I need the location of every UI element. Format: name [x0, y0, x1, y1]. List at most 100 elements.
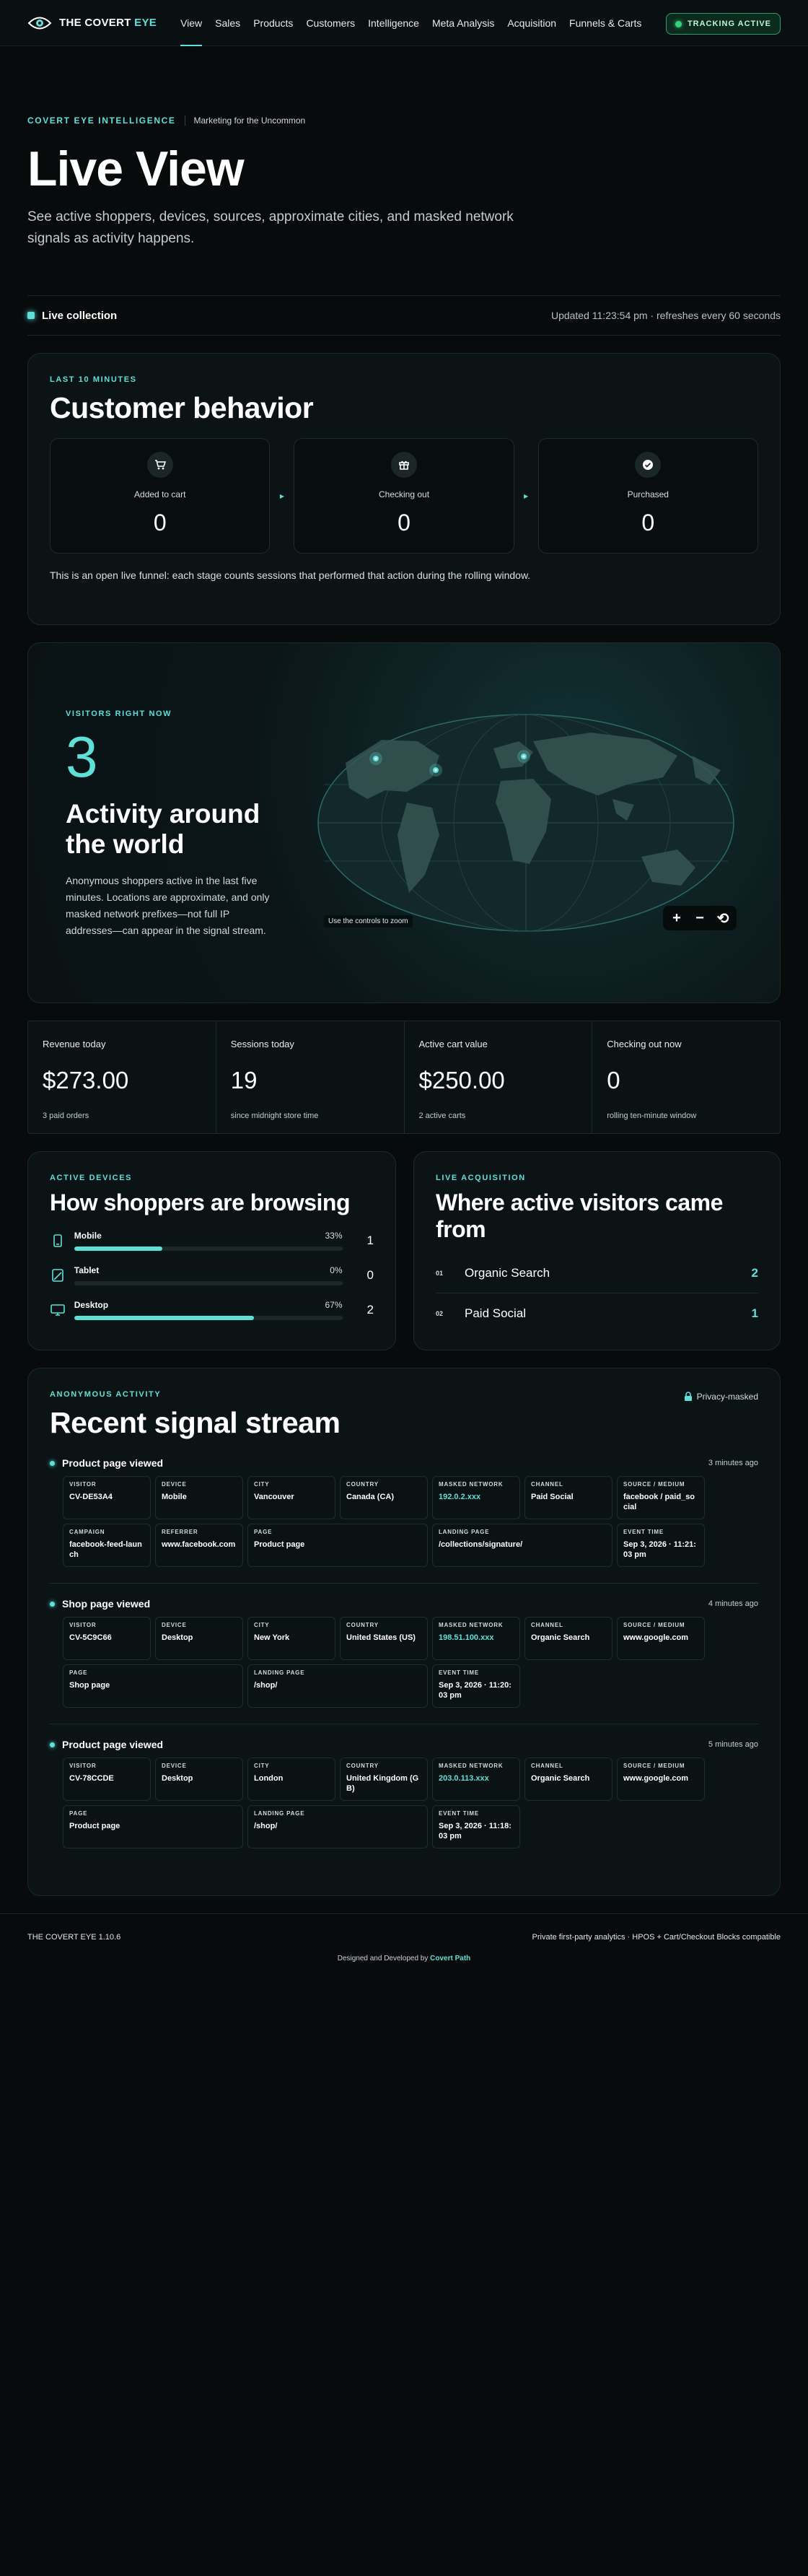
field-value: United Kingdom (GB) [346, 1774, 419, 1793]
customer-behavior-card: LAST 10 MINUTES Customer behavior Added … [27, 353, 781, 625]
behavior-eyebrow: LAST 10 MINUTES [50, 375, 137, 384]
field-label: CHANNEL [531, 1763, 563, 1769]
event-field: COUNTRY United States (US) [340, 1617, 428, 1660]
event-time-ago: 5 minutes ago [708, 1740, 758, 1749]
event-time-ago: 3 minutes ago [708, 1459, 758, 1467]
privacy-label: Privacy-masked [696, 1392, 758, 1402]
acquisition-count: 1 [751, 1306, 758, 1320]
field-label: COUNTRY [346, 1763, 379, 1769]
footer-credit: Designed and Developed by Covert Path [27, 1955, 781, 1962]
stat-active-cart-value: Active cart value $250.00 2 active carts [405, 1021, 593, 1133]
event-fields: VISITOR CV-78CCDE DEVICE Desktop CITY London C… [63, 1758, 758, 1848]
field-value: London [254, 1774, 284, 1783]
nav-item-meta-analysis[interactable]: Meta Analysis [426, 0, 501, 46]
reset-view-button[interactable]: ⟲ [713, 909, 732, 927]
map-controls: + − ⟲ [663, 906, 737, 930]
stat-sub: 3 paid orders [43, 1112, 89, 1120]
zoom-hint: Use the controls to zoom [324, 915, 413, 927]
event-fields: VISITOR CV-DE53A4 DEVICE Mobile CITY Vancouve… [63, 1476, 758, 1567]
nav-item-overflow[interactable]: Re [648, 0, 650, 46]
stage-value: 0 [641, 510, 655, 536]
devices-acquisition-row: ACTIVE DEVICES How shoppers are browsing… [27, 1151, 781, 1350]
field-value: Mobile [162, 1493, 187, 1501]
event-field: SOURCE / MEDIUM www.google.com [617, 1617, 705, 1660]
globe-map [317, 714, 734, 932]
visitor-marker [369, 752, 382, 765]
nav-item-products[interactable]: Products [247, 0, 299, 46]
stage-value: 0 [153, 510, 167, 536]
main-nav: View Sales Products Customers Intelligen… [174, 0, 650, 46]
tracking-status-badge[interactable]: TRACKING ACTIVE [665, 13, 781, 35]
field-value: /collections/signature/ [439, 1540, 523, 1549]
event-field: CITY New York [247, 1617, 335, 1660]
event-field: CITY Vancouver [247, 1476, 335, 1519]
footer: THE COVERT EYE 1.10.6 Private first-part… [0, 1913, 808, 1962]
acquisition-title: Where active visitors came from [436, 1189, 723, 1242]
acquisition-rank: 01 [436, 1269, 444, 1277]
field-value: CV-5C9C66 [69, 1633, 112, 1642]
field-label: VISITOR [69, 1763, 97, 1769]
arrow-right-icon: ▸ [279, 491, 284, 501]
field-value: Sep 3, 2026 · 11:21:03 pm [623, 1540, 696, 1559]
event-field: PAGE Product page [63, 1805, 243, 1848]
field-value: Organic Search [531, 1774, 590, 1783]
field-label: PAGE [69, 1810, 88, 1817]
nav-item-funnels-carts[interactable]: Funnels & Carts [563, 0, 648, 46]
event-field: VISITOR CV-5C9C66 [63, 1617, 151, 1660]
event-dot-icon [50, 1460, 55, 1466]
field-label: SOURCE / MEDIUM [623, 1622, 685, 1628]
field-value: 203.0.113.xxx [439, 1774, 489, 1783]
event-dot-icon [50, 1742, 55, 1747]
stat-label: Sessions today [230, 1039, 294, 1049]
nav-item-intelligence[interactable]: Intelligence [361, 0, 426, 46]
signal-stream-card: ANONYMOUS ACTIVITY Recent signal stream … [27, 1368, 781, 1896]
field-value: 192.0.2.xxx [439, 1493, 481, 1501]
zoom-out-button[interactable]: − [690, 909, 709, 927]
stream-title: Recent signal stream [50, 1406, 341, 1439]
event-list: Product page viewed 3 minutes ago VISITOR C… [50, 1457, 758, 1848]
event-field: DEVICE Desktop [155, 1617, 243, 1660]
arrow-right-icon: ▸ [524, 491, 529, 501]
stat-value: $250.00 [418, 1067, 505, 1093]
nav-item-sales[interactable]: Sales [208, 0, 247, 46]
field-label: CITY [254, 1763, 270, 1769]
nav-item-customers[interactable]: Customers [299, 0, 361, 46]
nav-item-view[interactable]: View [174, 0, 208, 46]
event-field: VISITOR CV-78CCDE [63, 1758, 151, 1801]
field-label: MASKED NETWORK [439, 1622, 504, 1628]
stage-label: Added to cart [134, 489, 186, 499]
checkout-icon [391, 452, 417, 478]
event-field: CHANNEL Organic Search [524, 1617, 612, 1660]
field-value: Shop page [69, 1681, 110, 1690]
check-icon [635, 452, 662, 478]
field-value: facebook / paid_social [623, 1493, 695, 1511]
desktop-icon [50, 1302, 66, 1318]
stat-value: $273.00 [43, 1067, 129, 1093]
acquisition-eyebrow: LIVE ACQUISITION [436, 1174, 526, 1182]
acquisition-row: 02 Paid Social 1 [436, 1293, 758, 1334]
nav-item-acquisition[interactable]: Acquisition [501, 0, 563, 46]
event-field: EVENT TIME Sep 3, 2026 · 11:18:03 pm [432, 1805, 520, 1848]
device-share-bar [74, 1246, 343, 1251]
field-label: CITY [254, 1481, 270, 1488]
event-field: MASKED NETWORK 192.0.2.xxx [432, 1476, 520, 1519]
credit-link[interactable]: Covert Path [430, 1955, 470, 1962]
signal-event: Product page viewed 5 minutes ago VISITOR C… [50, 1724, 758, 1848]
updated-timestamp: Updated 11:23:54 pm · refreshes every 60… [550, 310, 781, 321]
stat-sessions-today: Sessions today 19 since midnight store t… [216, 1021, 405, 1133]
field-label: CHANNEL [531, 1622, 563, 1628]
world-map[interactable]: Use the controls to zoom + − ⟲ [317, 712, 742, 933]
event-field: PAGE Shop page [63, 1664, 243, 1708]
hero-eyebrow-label: COVERT EYE INTELLIGENCE [27, 115, 176, 126]
stat-sub: 2 active carts [418, 1112, 466, 1120]
visitor-count: 3 [66, 725, 98, 789]
zoom-in-button[interactable]: + [667, 909, 686, 927]
field-value: Sep 3, 2026 · 11:18:03 pm [439, 1822, 511, 1841]
device-share-fill [74, 1246, 163, 1251]
funnel-note: This is an open live funnel: each stage … [50, 569, 531, 581]
live-status-bar: Live collection Updated 11:23:54 pm · re… [27, 295, 781, 336]
brand-logo[interactable]: THE COVERT EYE [27, 15, 157, 31]
field-label: SOURCE / MEDIUM [623, 1481, 685, 1488]
event-title: Product page viewed [62, 1739, 164, 1750]
event-dot-icon [50, 1601, 55, 1607]
